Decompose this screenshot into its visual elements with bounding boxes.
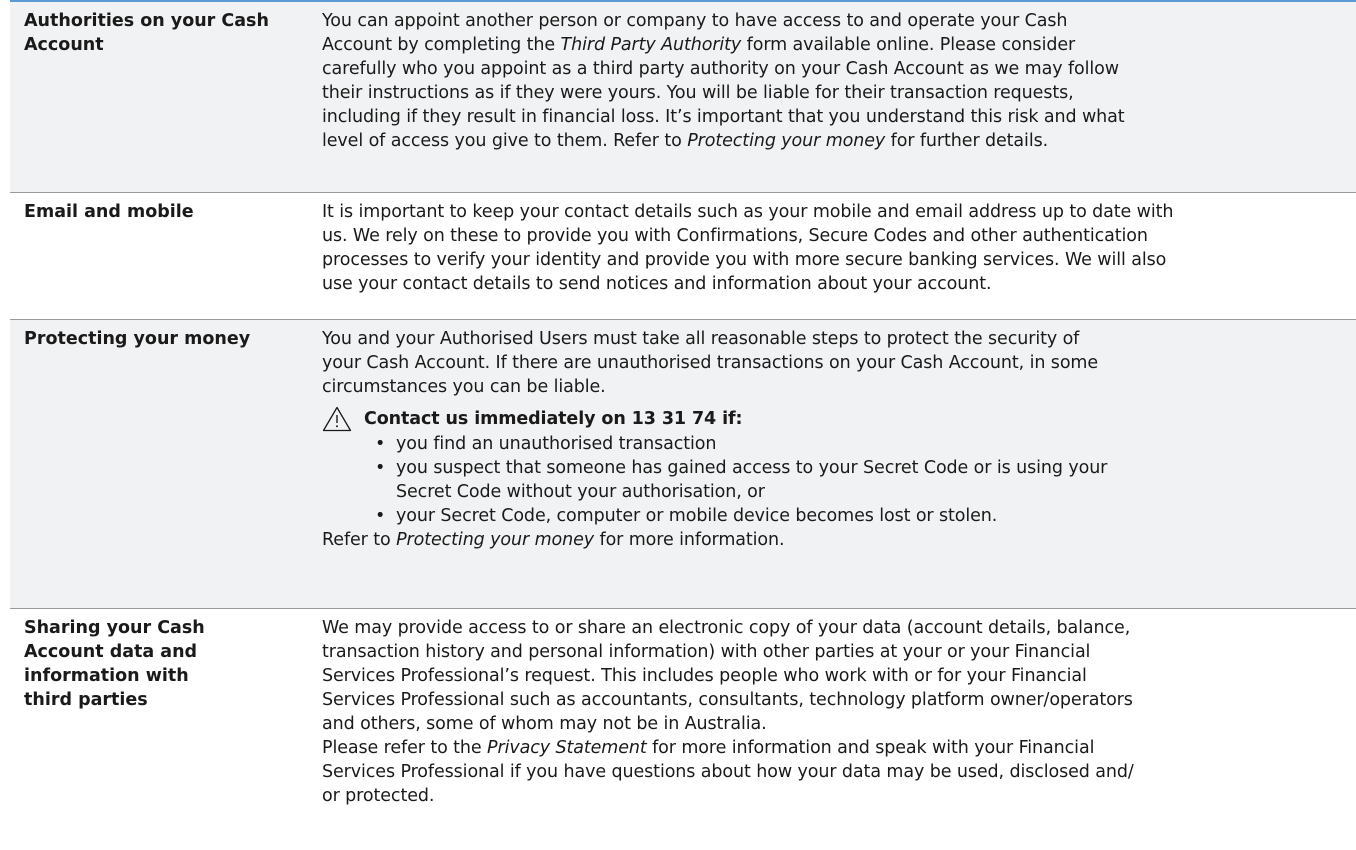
table-row-protecting-money: Protecting your money You and your Autho… <box>10 320 1356 609</box>
desc-text: form available online. Please consider <box>741 35 1076 55</box>
row-term: Email and mobile <box>10 193 320 319</box>
list-item: • you suspect that someone has gained ac… <box>375 456 1356 504</box>
bullet-dot: • <box>375 458 386 478</box>
desc-line: You can appoint another person or compan… <box>322 11 1068 31</box>
term-line: Account <box>24 35 104 55</box>
desc-line: and others, some of whom may not be in A… <box>322 714 767 734</box>
desc-line: their instructions as if they were yours… <box>322 83 1074 103</box>
desc-line: or protected. <box>322 786 435 806</box>
term-line: Email and mobile <box>24 202 194 222</box>
desc-line: including if they result in financial lo… <box>322 107 1125 127</box>
desc-line: Services Professional such as accountant… <box>322 690 1133 710</box>
desc-line: us. We rely on these to provide you with… <box>322 226 1148 246</box>
term-line: Authorities on your Cash <box>24 11 269 31</box>
desc-line: Refer to Protecting your money for more … <box>322 528 1356 552</box>
bullet-dot: • <box>375 434 386 454</box>
desc-line: use your contact details to send notices… <box>322 274 992 294</box>
desc-line: carefully who you appoint as a third par… <box>322 59 1119 79</box>
section-ref: Protecting your money <box>396 530 595 550</box>
desc-line: processes to verify your identity and pr… <box>322 250 1167 270</box>
desc-line: Services Professional’s request. This in… <box>322 666 1087 686</box>
form-name-ref: Third Party Authority <box>560 35 742 55</box>
bullet-dot: • <box>375 506 386 526</box>
bullet-line: Secret Code without your authorisation, … <box>396 482 765 502</box>
row-description: It is important to keep your contact det… <box>320 193 1356 319</box>
row-description: We may provide access to or share an ele… <box>320 609 1356 850</box>
desc-text: level of access you give to them. Refer … <box>322 131 688 151</box>
desc-line: You and your Authorised Users must take … <box>322 329 1080 349</box>
bullet-line: you find an unauthorised transaction <box>396 434 717 454</box>
desc-text: for further details. <box>885 131 1049 151</box>
term-line: third parties <box>24 690 148 710</box>
warning-triangle-icon <box>322 406 352 432</box>
desc-line: We may provide access to or share an ele… <box>322 618 1131 638</box>
term-line: information with <box>24 666 189 686</box>
warning-callout: Contact us immediately on 13 31 74 if: <box>322 406 1356 432</box>
bullet-line: your Secret Code, computer or mobile dev… <box>396 506 998 526</box>
term-line: Sharing your Cash <box>24 618 205 638</box>
desc-line: Services Professional if you have questi… <box>322 762 1134 782</box>
desc-text: Account by completing the <box>322 35 561 55</box>
section-ref: Protecting your money <box>687 131 886 151</box>
warning-heading: Contact us immediately on 13 31 74 if: <box>364 409 743 429</box>
warning-bullet-list: • you find an unauthorised transaction •… <box>322 432 1356 528</box>
term-line: Account data and <box>24 642 198 662</box>
desc-text: Please refer to the <box>322 738 488 758</box>
list-item: • your Secret Code, computer or mobile d… <box>375 504 1356 528</box>
row-description: You can appoint another person or compan… <box>320 2 1356 192</box>
terms-table: Authorities on your Cash Account You can… <box>10 0 1356 850</box>
desc-line: level of access you give to them. Refer … <box>322 129 1356 153</box>
desc-line: your Cash Account. If there are unauthor… <box>322 353 1099 373</box>
row-term: Protecting your money <box>10 320 320 608</box>
desc-line: Account by completing the Third Party Au… <box>322 33 1356 57</box>
document-ref: Privacy Statement <box>487 738 647 758</box>
table-row-sharing-data: Sharing your Cash Account data and infor… <box>10 609 1356 850</box>
desc-text: Refer to <box>322 530 397 550</box>
table-row-authorities: Authorities on your Cash Account You can… <box>10 2 1356 193</box>
list-item: • you find an unauthorised transaction <box>375 432 1356 456</box>
row-term: Sharing your Cash Account data and infor… <box>10 609 320 850</box>
desc-line: transaction history and personal informa… <box>322 642 1091 662</box>
bullet-line: you suspect that someone has gained acce… <box>396 458 1108 478</box>
table-row-email-mobile: Email and mobile It is important to keep… <box>10 193 1356 320</box>
row-term: Authorities on your Cash Account <box>10 2 320 192</box>
term-line: Protecting your money <box>24 329 251 349</box>
desc-text: for more information. <box>594 530 785 550</box>
row-description: You and your Authorised Users must take … <box>320 320 1356 608</box>
desc-text: for more information and speak with your… <box>646 738 1095 758</box>
desc-line: circumstances you can be liable. <box>322 377 606 397</box>
desc-line: It is important to keep your contact det… <box>322 202 1174 222</box>
desc-line: Please refer to the Privacy Statement fo… <box>322 736 1356 760</box>
